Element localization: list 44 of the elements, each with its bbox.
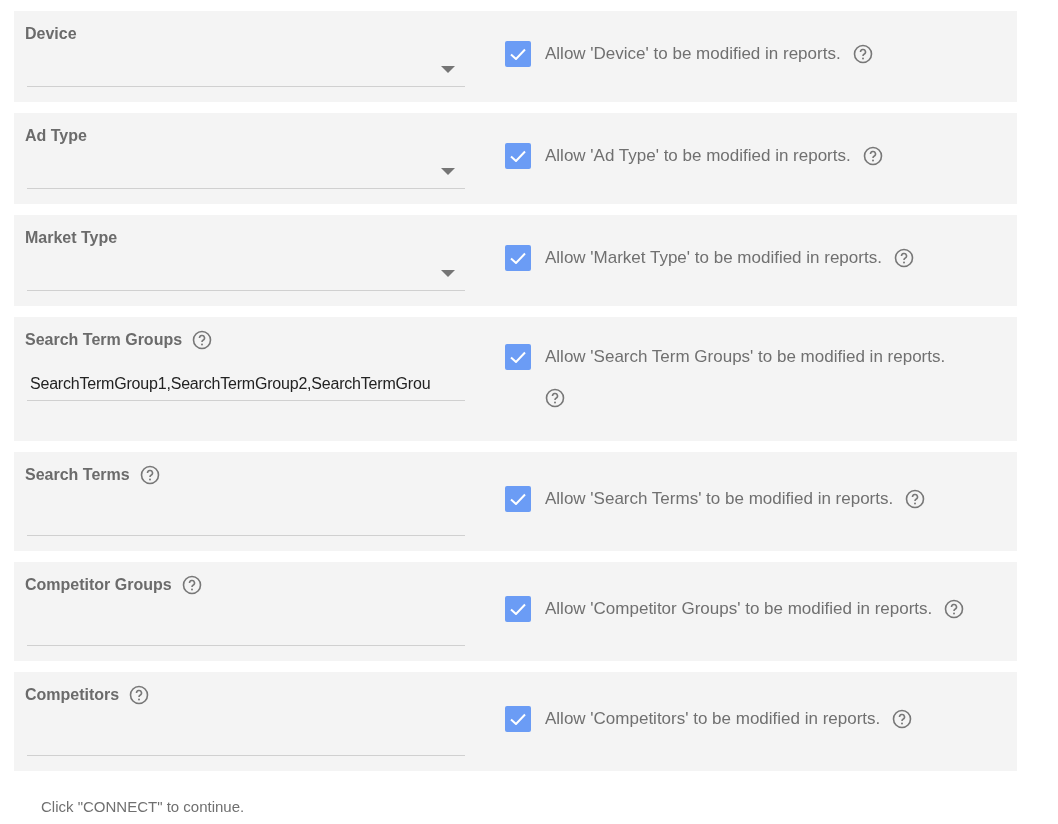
caret-icon (441, 65, 455, 73)
help-icon[interactable] (862, 145, 883, 166)
caret-icon (441, 269, 455, 277)
checkbox[interactable] (505, 705, 531, 732)
checkbox[interactable] (505, 40, 531, 67)
checkbox[interactable] (505, 142, 531, 169)
help-icon[interactable] (905, 488, 926, 509)
field-label: Market Type (25, 229, 118, 247)
help-icon[interactable] (139, 465, 160, 485)
help-icon[interactable] (852, 43, 873, 64)
help-icon[interactable] (893, 247, 914, 268)
checkbox-label: Allow 'Competitor Groups' to be modified in reports. (545, 597, 933, 620)
help-icon[interactable] (545, 388, 565, 408)
checkmark-icon (510, 47, 526, 60)
help-icon[interactable] (129, 685, 150, 705)
checkbox-label: Allow 'Competitors' to be modified in reports. (545, 707, 881, 730)
checkbox-label: Allow 'Search Terms' to be modified in reports. (545, 487, 894, 510)
checkbox[interactable] (505, 244, 531, 271)
checkbox-label: Allow 'Search Term Groups' to be modified in reports. (545, 346, 946, 368)
field-label: Search Terms (25, 466, 130, 484)
checkbox-label: Allow 'Ad Type' to be modified in reports. (545, 144, 851, 167)
footer-text: Click "CONNECT" to continue. (40, 797, 246, 815)
checkmark-icon (510, 492, 526, 505)
help-icon[interactable] (192, 330, 213, 350)
checkmark-icon (510, 351, 526, 363)
text-field[interactable]: SearchTermGroup1,SearchTermGroup2,SearchTermGrou (27, 352, 465, 401)
checkmark-icon (510, 712, 526, 725)
checkbox[interactable] (505, 344, 531, 370)
checkmark-icon (510, 602, 526, 615)
field-label: Search Term Groups (25, 331, 183, 349)
help-icon[interactable] (181, 575, 202, 595)
field-label: Device (25, 25, 77, 43)
checkbox[interactable] (505, 595, 531, 622)
help-icon[interactable] (892, 708, 913, 729)
checkbox-label: Allow 'Device' to be modified in reports. (545, 42, 841, 65)
checkbox[interactable] (505, 485, 531, 512)
help-icon[interactable] (944, 598, 965, 619)
checkmark-icon (510, 149, 526, 162)
caret-icon (441, 167, 455, 175)
checkmark-icon (510, 251, 526, 264)
checkbox-label: Allow 'Market Type' to be modified in reports. (545, 246, 882, 269)
field-label: Ad Type (25, 127, 87, 145)
field-label: Competitor Groups (25, 576, 172, 594)
field-label: Competitors (25, 686, 120, 704)
